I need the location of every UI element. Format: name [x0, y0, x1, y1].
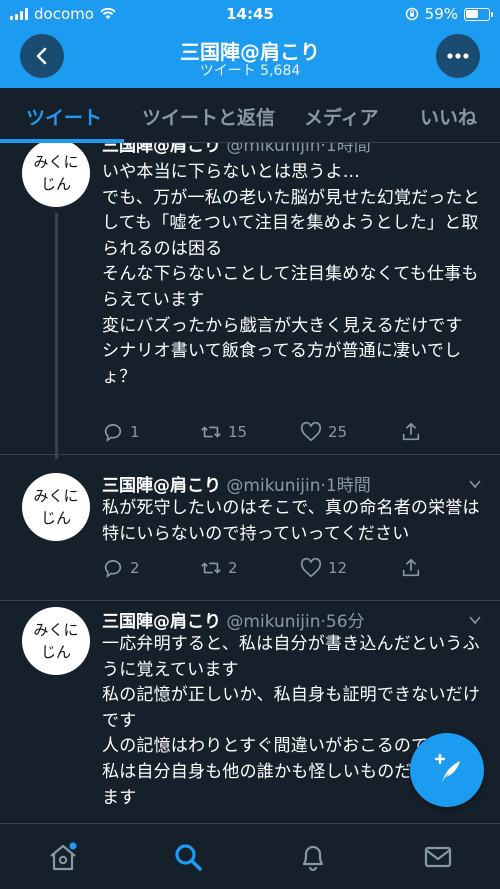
reply-icon [104, 424, 122, 443]
tweet-author-name[interactable]: 三国陣@肩こり [102, 143, 221, 156]
avatar[interactable]: みくに じん [22, 473, 90, 541]
bell-icon[interactable] [298, 842, 328, 872]
tweet[interactable]: みくに じん 三国陣@肩こり @mikunijin·1時間 いや本当に下らないと… [0, 143, 500, 459]
tab-tweets[interactable]: ツイート [26, 103, 102, 130]
tweet-author-name[interactable]: 三国陣@肩こり [102, 612, 221, 632]
chevron-down-icon[interactable] [468, 613, 482, 627]
compose-tweet-button[interactable] [410, 733, 484, 807]
status-bar: docomo 14:45 59% [0, 0, 500, 28]
tweet[interactable]: みくに じん 三国陣@肩こり @mikunijin·1時間 私が死守したいのはそ… [0, 455, 500, 601]
reply-button[interactable]: 1 [102, 421, 140, 443]
retweet-icon [201, 426, 221, 438]
avatar[interactable]: みくに じん [22, 607, 90, 675]
like-count: 12 [328, 559, 348, 577]
heart-icon [300, 421, 322, 442]
tweet-actions: 1 15 25 [102, 421, 442, 445]
tweet-handle[interactable]: @mikunijin [226, 143, 320, 156]
timeline: みくに じん 三国陣@肩こり @mikunijin·1時間 いや本当に下らないと… [0, 143, 500, 823]
avatar-text: みくに じん [33, 487, 79, 527]
tweet-handle[interactable]: @mikunijin [226, 476, 320, 496]
tweet-time[interactable]: 1時間 [326, 143, 371, 156]
search-icon[interactable] [173, 842, 203, 872]
like-button[interactable]: 12 [300, 557, 347, 579]
tweet-handle[interactable]: @mikunijin [226, 612, 320, 632]
tweet-header: 三国陣@肩こり @mikunijin·1時間 [102, 143, 371, 156]
share-button[interactable] [400, 557, 422, 579]
tweet-text: 私が死守したいのはそこで、真の命名者の栄誉は特にいらないので持っていってください [102, 498, 480, 544]
tweet-header: 三国陣@肩こり @mikunijin·1時間 [102, 476, 371, 496]
reply-button[interactable]: 2 [102, 557, 140, 579]
battery-percent: 59% [424, 5, 458, 23]
tab-likes[interactable]: いいね [420, 103, 477, 130]
share-button[interactable] [400, 421, 422, 443]
tweet-header: 三国陣@肩こり @mikunijin·56分 [102, 612, 365, 632]
tweet-time[interactable]: 56分 [326, 612, 365, 632]
tweet-text: いや本当に下らないとは思うよ… でも、万が一私の老いた脳が見せた幻覚だったとして… [102, 162, 480, 387]
feather-plus-icon [434, 753, 460, 783]
home-icon[interactable] [48, 842, 78, 872]
retweet-icon [201, 562, 221, 574]
orientation-lock-icon [405, 7, 418, 21]
retweet-button[interactable]: 15 [200, 421, 247, 443]
profile-header: docomo 14:45 59% 三国陣@肩こり ツイート 5,684 [0, 0, 500, 88]
profile-tabs: ツイート ツイートと返信 メディア いいね [0, 88, 500, 143]
retweet-count: 2 [228, 559, 238, 577]
tab-media[interactable]: メディア [304, 103, 379, 130]
tweet-time[interactable]: 1時間 [326, 476, 371, 496]
mail-icon[interactable] [423, 842, 453, 872]
share-icon [402, 422, 420, 441]
bottom-navigation [0, 823, 500, 889]
tweet-count: ツイート 5,684 [199, 63, 301, 79]
tab-tweets-and-replies[interactable]: ツイートと返信 [142, 103, 275, 130]
reply-icon [104, 560, 122, 579]
like-button[interactable]: 25 [300, 421, 347, 443]
tweet-actions: 2 2 12 [102, 557, 442, 581]
retweet-button[interactable]: 2 [200, 557, 238, 579]
retweet-count: 15 [228, 423, 248, 441]
like-count: 25 [328, 423, 348, 441]
chevron-down-icon[interactable] [468, 477, 482, 491]
share-icon [402, 558, 420, 577]
heart-icon [300, 557, 322, 578]
status-right: 59% [405, 5, 493, 23]
battery-icon [464, 7, 493, 21]
tweet-author-name[interactable]: 三国陣@肩こり [102, 476, 221, 496]
more-icon [447, 53, 469, 59]
reply-count: 2 [130, 559, 140, 577]
reply-count: 1 [130, 423, 140, 441]
avatar[interactable]: みくに じん [22, 143, 90, 207]
thread-line [55, 213, 58, 459]
avatar-text: みくに じん [33, 153, 79, 193]
more-button[interactable] [436, 34, 480, 78]
avatar-text: みくに じん [33, 621, 79, 661]
